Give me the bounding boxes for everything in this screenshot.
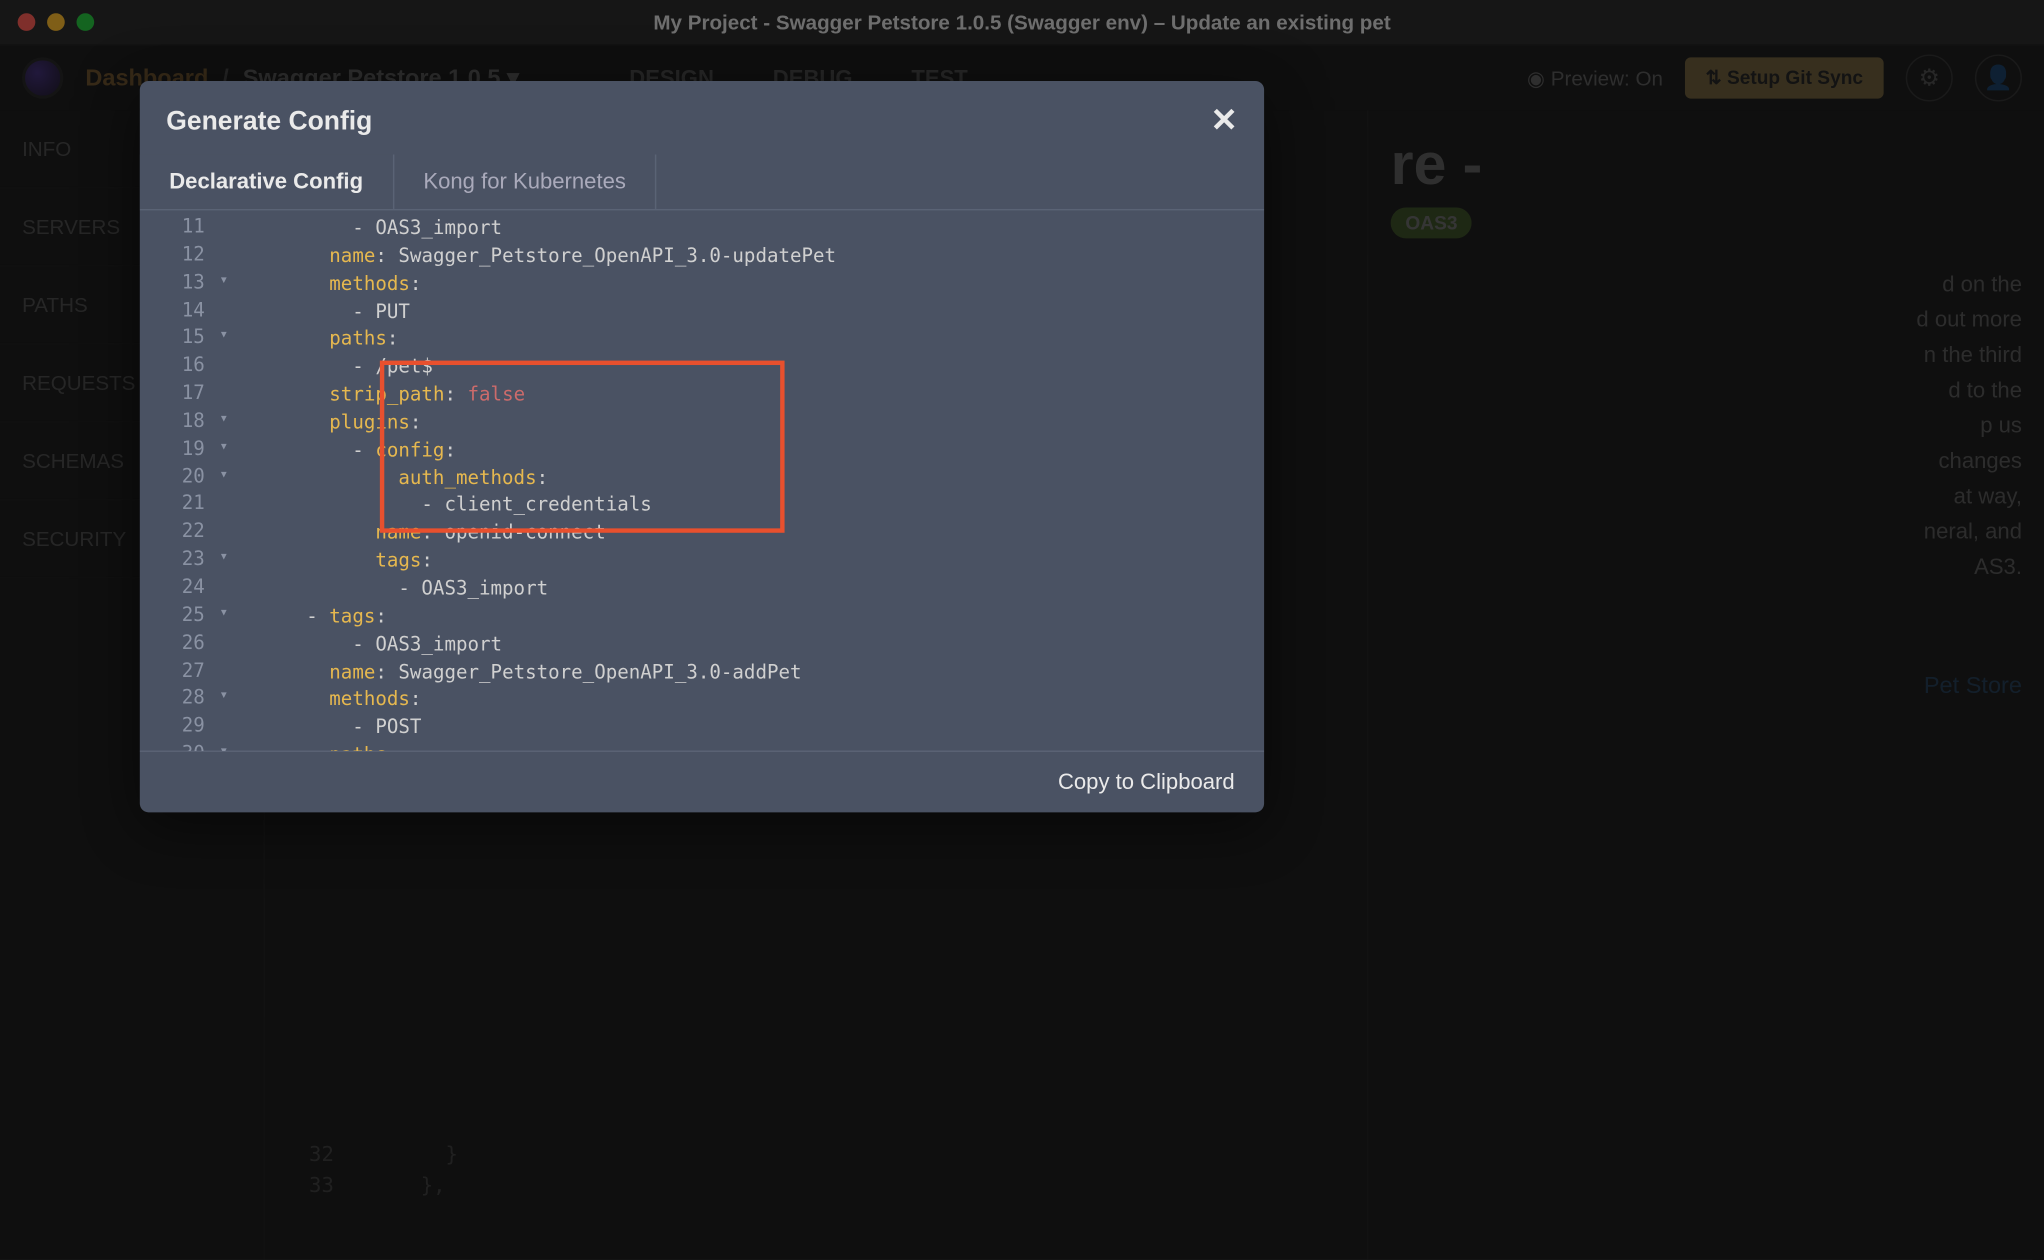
code-line: 29 - POST [140,715,1264,743]
code-line: 18▾ plugins: [140,410,1264,438]
copy-to-clipboard-button[interactable]: Copy to Clipboard [1058,770,1235,795]
line-number: 11 [140,216,214,238]
code-line: 17 strip_path: false [140,383,1264,411]
line-number: 28▾ [140,688,214,710]
code-line: 28▾ methods: [140,688,1264,716]
code-content: paths: [213,327,1264,355]
line-number: 12 [140,244,214,266]
modal-title: Generate Config [166,105,372,136]
code-content: tags: [213,549,1264,577]
line-number: 24 [140,577,214,599]
code-line: 21 - client_credentials [140,494,1264,522]
code-line: 24 - OAS3_import [140,577,1264,605]
code-line: 19▾ - config: [140,438,1264,466]
code-content: strip_path: false [213,383,1264,411]
code-content: paths: [213,743,1264,750]
code-content: - /pet$ [213,355,1264,383]
code-content: methods: [213,272,1264,300]
line-number: 22 [140,521,214,543]
code-line: 27 name: Swagger_Petstore_OpenAPI_3.0-ad… [140,660,1264,688]
code-content: - client_credentials [213,494,1264,522]
line-number: 23▾ [140,549,214,571]
code-line: 11 - OAS3_import [140,216,1264,244]
line-number: 17 [140,383,214,405]
code-line: 12 name: Swagger_Petstore_OpenAPI_3.0-up… [140,244,1264,272]
fold-icon[interactable]: ▾ [219,410,228,426]
code-content: name: Swagger_Petstore_OpenAPI_3.0-updat… [213,244,1264,272]
code-content: - OAS3_import [213,577,1264,605]
fold-icon[interactable]: ▾ [219,327,228,343]
tab-declarative-config[interactable]: Declarative Config [140,155,394,209]
code-content: name: openid-connect [213,521,1264,549]
fold-icon[interactable]: ▾ [219,688,228,704]
code-content: - config: [213,438,1264,466]
line-number: 30▾ [140,743,214,750]
generate-config-modal: Generate Config ✕ Declarative Config Kon… [140,81,1264,812]
line-number: 19▾ [140,438,214,460]
code-content: - OAS3_import [213,216,1264,244]
code-line: 14 - PUT [140,300,1264,328]
close-icon[interactable]: ✕ [1210,102,1237,140]
code-content: name: Swagger_Petstore_OpenAPI_3.0-addPe… [213,660,1264,688]
modal-body[interactable]: 11 - OAS3_import12 name: Swagger_Petstor… [140,210,1264,750]
code-content: methods: [213,688,1264,716]
fold-icon[interactable]: ▾ [219,743,228,750]
code-line: 23▾ tags: [140,549,1264,577]
line-number: 14 [140,300,214,322]
line-number: 26 [140,632,214,654]
code-content: plugins: [213,410,1264,438]
modal-header: Generate Config ✕ [140,81,1264,155]
modal-footer: Copy to Clipboard [140,751,1264,813]
line-number: 21 [140,494,214,516]
code-line: 16 - /pet$ [140,355,1264,383]
fold-icon[interactable]: ▾ [219,272,228,288]
line-number: 25▾ [140,605,214,627]
code-line: 22 name: openid-connect [140,521,1264,549]
code-line: 30▾ paths: [140,743,1264,750]
line-number: 15▾ [140,327,214,349]
modal-tabs: Declarative Config Kong for Kubernetes [140,155,1264,211]
code-content: - PUT [213,300,1264,328]
line-number: 20▾ [140,466,214,488]
code-content: - OAS3_import [213,632,1264,660]
code-line: 15▾ paths: [140,327,1264,355]
fold-icon[interactable]: ▾ [219,466,228,482]
line-number: 18▾ [140,410,214,432]
code-line: 20▾ auth_methods: [140,466,1264,494]
code-content: - POST [213,715,1264,743]
line-number: 27 [140,660,214,682]
fold-icon[interactable]: ▾ [219,549,228,565]
line-number: 13▾ [140,272,214,294]
code-line: 26 - OAS3_import [140,632,1264,660]
line-number: 16 [140,355,214,377]
code-content: auth_methods: [213,466,1264,494]
code-content: - tags: [213,605,1264,633]
fold-icon[interactable]: ▾ [219,438,228,454]
tab-kong-kubernetes[interactable]: Kong for Kubernetes [394,155,657,209]
fold-icon[interactable]: ▾ [219,605,228,621]
code-line: 13▾ methods: [140,272,1264,300]
line-number: 29 [140,715,214,737]
code-line: 25▾ - tags: [140,605,1264,633]
